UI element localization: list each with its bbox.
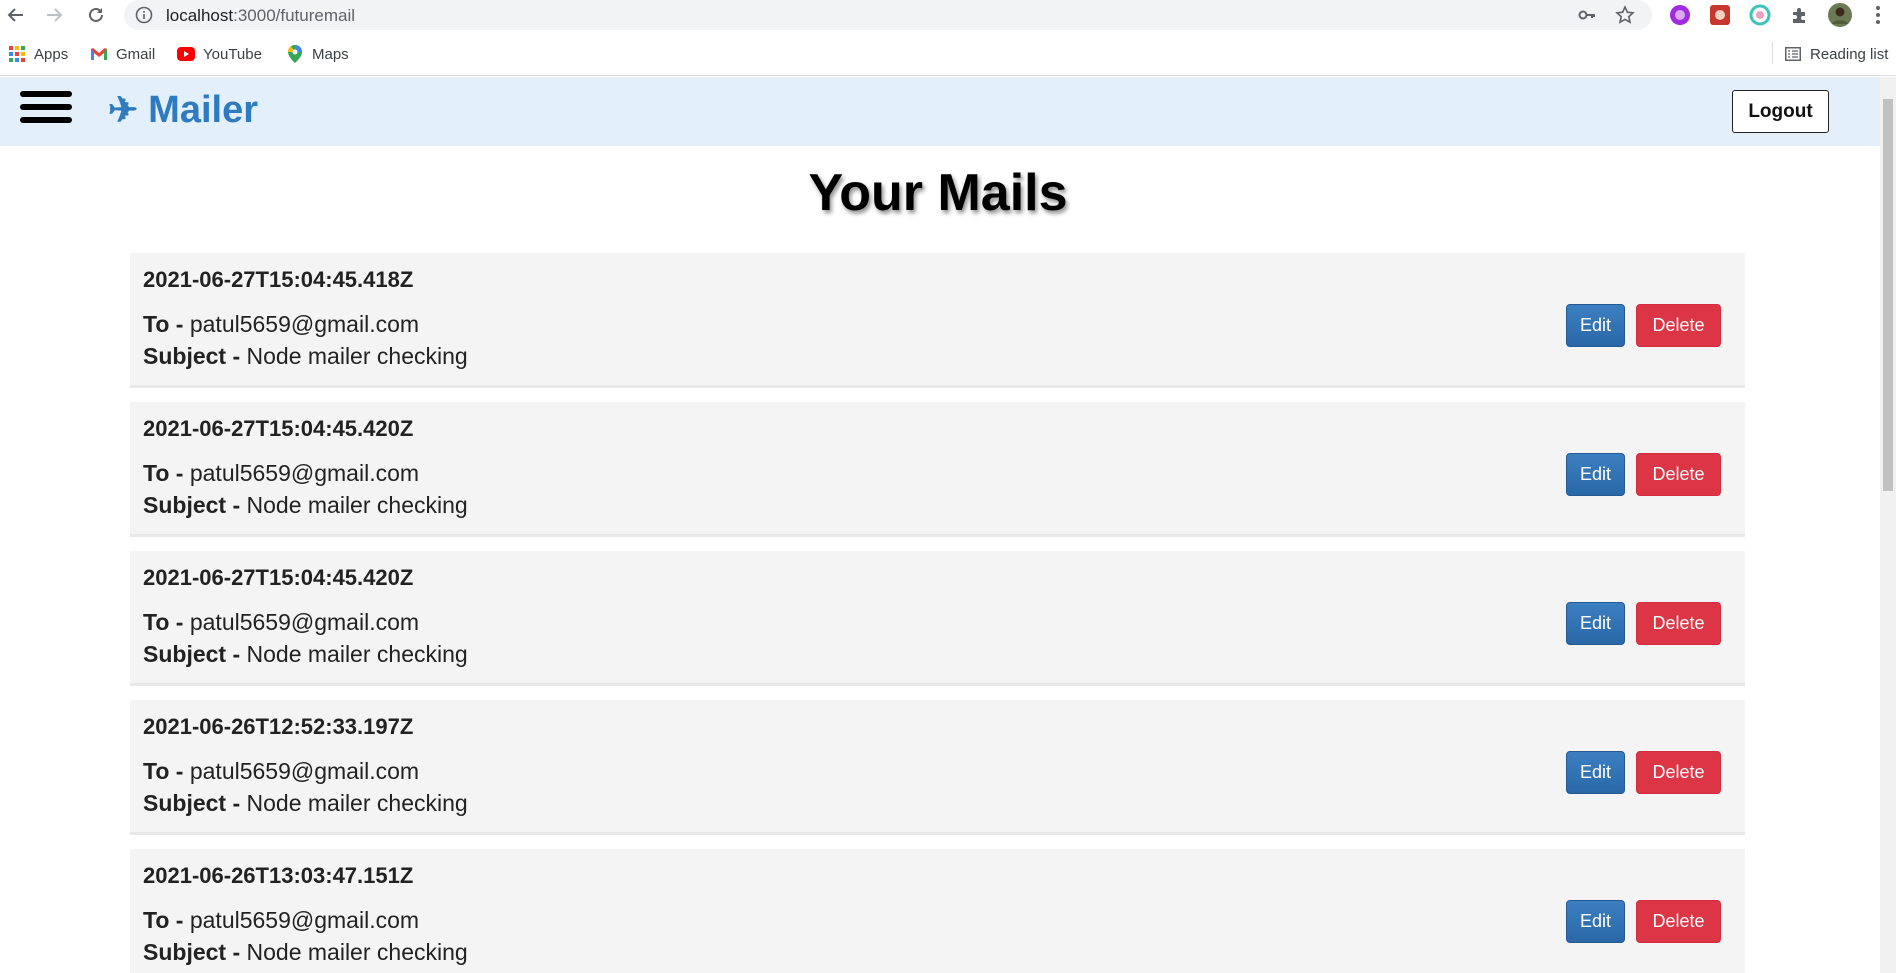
profile-avatar-icon[interactable] [1828, 3, 1852, 27]
puzzle-icon[interactable] [1788, 3, 1812, 27]
edit-button[interactable]: Edit [1566, 900, 1625, 943]
mail-to-label: To - [143, 460, 184, 486]
reading-list-icon [1784, 45, 1802, 63]
mail-subject-label: Subject - [143, 790, 241, 816]
mail-to-value: patul5659@gmail.com [189, 758, 420, 784]
mail-date: 2021-06-27T15:04:45.418Z [143, 267, 414, 292]
mail-date: 2021-06-26T12:52:33.197Z [143, 714, 414, 739]
mail-to: To - patul5659@gmail.com [143, 907, 419, 934]
mail-to: To - patul5659@gmail.com [143, 460, 419, 487]
mail-subject-value: Node mailer checking [246, 939, 468, 965]
mail-to: To - patul5659@gmail.com [143, 609, 419, 636]
extension-purple-icon[interactable] [1668, 3, 1692, 27]
mail-date: 2021-06-26T13:03:47.151Z [143, 863, 414, 888]
mail-subject: Subject - Node mailer checking [143, 492, 468, 519]
reload-icon[interactable] [84, 3, 108, 27]
vertical-scrollbar[interactable] [1880, 77, 1896, 973]
mail-subject-value: Node mailer checking [246, 492, 468, 518]
address-bar[interactable]: localhost:3000/futuremail [124, 0, 1652, 30]
reading-list-label: Reading list [1810, 45, 1889, 63]
maps-icon [286, 45, 304, 63]
mail-subject-label: Subject - [143, 641, 241, 667]
url-text: localhost:3000/futuremail [166, 6, 355, 26]
mail-subject: Subject - Node mailer checking [143, 343, 468, 370]
bookmark-youtube[interactable]: YouTube [177, 44, 262, 64]
mail-date: 2021-06-27T15:04:45.420Z [143, 565, 414, 590]
mail-card: 2021-06-26T12:52:33.197Z To - patul5659@… [130, 700, 1745, 835]
url-path: :3000/futuremail [233, 6, 356, 25]
mail-subject: Subject - Node mailer checking [143, 641, 468, 668]
reading-list-button[interactable]: Reading list [1784, 44, 1888, 64]
delete-button[interactable]: Delete [1636, 602, 1721, 645]
edit-button[interactable]: Edit [1566, 453, 1625, 496]
mail-date: 2021-06-27T15:04:45.420Z [143, 416, 414, 441]
mail-card: 2021-06-27T15:04:45.420Z To - patul5659@… [130, 551, 1745, 686]
mail-card: 2021-06-26T13:03:47.151Z To - patul5659@… [130, 849, 1745, 973]
mail-subject-label: Subject - [143, 343, 241, 369]
delete-button[interactable]: Delete [1636, 304, 1721, 347]
bookmark-maps[interactable]: Maps [286, 44, 349, 64]
bookmark-separator [1772, 42, 1773, 64]
bookmark-apps[interactable]: Apps [8, 44, 68, 64]
delete-button[interactable]: Delete [1636, 751, 1721, 794]
bookmark-maps-label: Maps [312, 45, 349, 63]
brand-logo[interactable]: ✈ Mailer [108, 86, 258, 134]
bookmark-apps-label: Apps [34, 45, 69, 63]
mail-subject-label: Subject - [143, 939, 241, 965]
page-viewport: ✈ Mailer Logout Your Mails 2021-06-27T15… [0, 77, 1880, 973]
bookmark-gmail[interactable]: Gmail [90, 44, 155, 64]
mail-to-label: To - [143, 907, 184, 933]
mail-to: To - patul5659@gmail.com [143, 311, 419, 338]
delete-button[interactable]: Delete [1636, 453, 1721, 496]
mail-subject-value: Node mailer checking [246, 790, 468, 816]
app-header: ✈ Mailer Logout [0, 77, 1880, 146]
key-icon[interactable] [1576, 4, 1598, 26]
scrollbar-thumb[interactable] [1883, 99, 1893, 491]
extension-red-icon[interactable] [1708, 3, 1732, 27]
mail-to-label: To - [143, 758, 184, 784]
edit-button[interactable]: Edit [1566, 751, 1625, 794]
bookmark-youtube-label: YouTube [203, 45, 262, 63]
mail-to-label: To - [143, 609, 184, 635]
hamburger-menu-icon[interactable] [20, 91, 72, 131]
mail-subject-label: Subject - [143, 492, 241, 518]
mail-to: To - patul5659@gmail.com [143, 758, 419, 785]
star-icon[interactable] [1614, 4, 1636, 26]
mail-subject-value: Node mailer checking [246, 343, 468, 369]
apps-grid-icon [8, 45, 26, 63]
forward-arrow-icon[interactable] [42, 3, 66, 27]
mail-to-value: patul5659@gmail.com [189, 907, 420, 933]
bookmarks-bar: Apps Gmail YouTube Maps Reading list [0, 30, 1896, 76]
browser-toolbar: localhost:3000/futuremail [0, 0, 1896, 30]
site-info-icon[interactable] [134, 5, 154, 25]
brand-name: Mailer [148, 88, 258, 131]
mail-card: 2021-06-27T15:04:45.420Z To - patul5659@… [130, 402, 1745, 537]
gmail-icon [90, 45, 108, 63]
mail-to-label: To - [143, 311, 184, 337]
mail-list: 2021-06-27T15:04:45.418Z To - patul5659@… [130, 253, 1745, 973]
edit-button[interactable]: Edit [1566, 602, 1625, 645]
url-host: localhost [166, 6, 234, 25]
mail-subject-value: Node mailer checking [246, 641, 468, 667]
bookmark-gmail-label: Gmail [116, 45, 156, 63]
menu-dots-icon[interactable] [1866, 3, 1890, 27]
extension-teal-icon[interactable] [1748, 3, 1772, 27]
mail-card: 2021-06-27T15:04:45.418Z To - patul5659@… [130, 253, 1745, 388]
airplane-icon: ✈ [108, 89, 139, 130]
youtube-icon [177, 45, 195, 63]
edit-button[interactable]: Edit [1566, 304, 1625, 347]
logout-button[interactable]: Logout [1732, 90, 1829, 133]
mail-subject: Subject - Node mailer checking [143, 790, 468, 817]
delete-button[interactable]: Delete [1636, 900, 1721, 943]
mail-to-value: patul5659@gmail.com [189, 609, 420, 635]
page-title: Your Mails [808, 164, 1068, 222]
back-arrow-icon[interactable] [4, 3, 28, 27]
mail-to-value: patul5659@gmail.com [189, 311, 420, 337]
mail-subject: Subject - Node mailer checking [143, 939, 468, 966]
mail-to-value: patul5659@gmail.com [189, 460, 420, 486]
